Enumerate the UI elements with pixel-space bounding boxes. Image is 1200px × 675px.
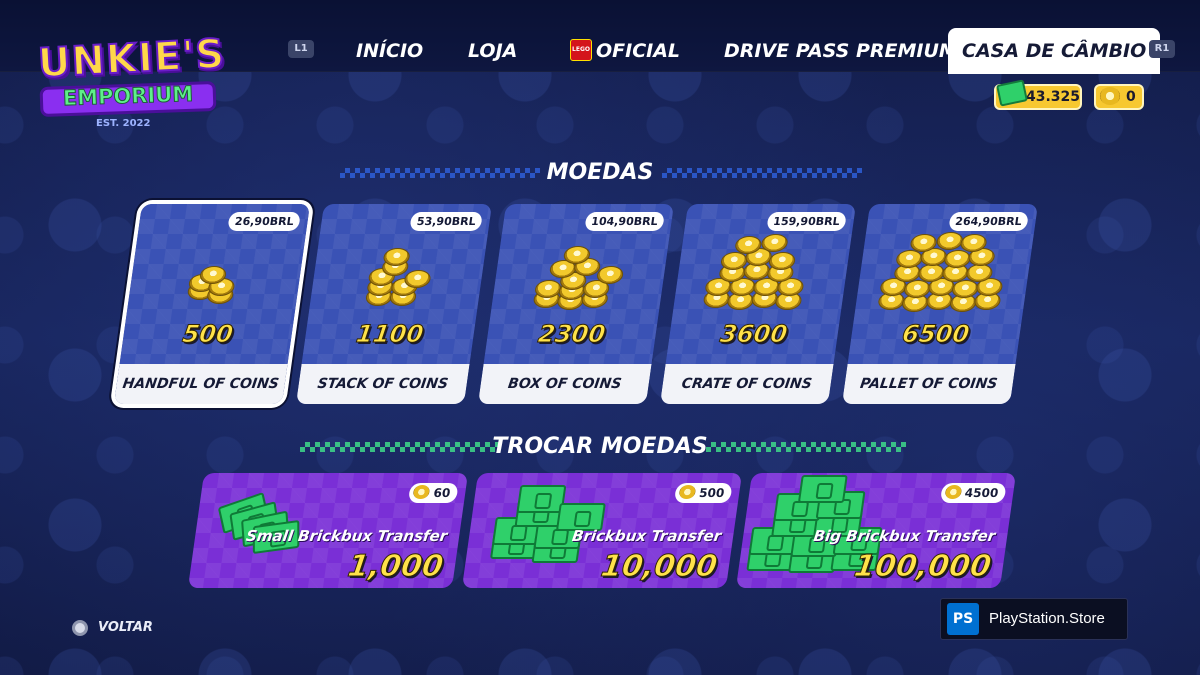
transfer-name: Small Brickbux Transfer [244,527,449,545]
checker-decoration-left [340,168,540,178]
playstation-store-label: PlayStation.Store [989,610,1105,627]
price-tag: 159,90BRL [765,212,847,231]
coin-pack-card[interactable]: 26,90BRL 500 HANDFUL OF COINS [113,204,311,404]
l1-button[interactable]: L1 [288,40,314,58]
transfer-name: Big Brickbux Transfer [812,527,997,545]
brickbux-transfer-card[interactable]: 4500 Big Brickbux Transfer 100,000 [735,473,1017,588]
brickbux-transfer-card[interactable]: 60 Small Brickbux Transfer 1,000 [187,473,469,588]
coin-icon [678,485,697,499]
coin-pack-name: BOX OF COINS [477,364,652,404]
section-title-trocar-moedas: TROCAR MOEDAS [492,434,708,459]
coin-pack-card[interactable]: 264,90BRL 6500 PALLET OF COINS [841,204,1039,404]
brickbux-transfer-card[interactable]: 500 Brickbux Transfer 10,000 [461,473,743,588]
card-art: 53,90BRL 1100 [301,204,493,364]
transfer-amount: 10,000 [598,549,720,585]
coin-cost-tag: 500 [673,483,733,503]
checker-decoration-right [662,168,862,178]
transfer-amount: 100,000 [851,549,994,585]
card-art: 26,90BRL 500 [119,204,311,364]
checker-decoration-right [706,442,906,452]
back-button[interactable]: VOLTAR [98,620,153,635]
section-title-moedas: MOEDAS [546,160,654,185]
tab-oficial-label: OFICIAL [596,40,681,62]
price-tag: 264,90BRL [947,212,1029,231]
coin-amount: 2300 [536,320,608,349]
playstation-store-icon: PS [947,603,979,635]
coin-pack-name: HANDFUL OF COINS [113,364,288,404]
coin-pack-name: CRATE OF COINS [659,364,834,404]
coin-icon [1100,87,1120,105]
coin-cost: 500 [698,486,726,500]
card-art: 104,90BRL 2300 [483,204,675,364]
card-body: 159,90BRL 3600 CRATE OF COINS [659,204,857,404]
checker-decoration-left [300,442,500,452]
coin-stack-icon [701,228,823,316]
brickbux-icon [996,79,1028,107]
coin-amount: 6500 [900,320,972,349]
card-body: 53,90BRL 1100 STACK OF COINS [295,204,493,404]
coin-cost: 4500 [963,486,1000,500]
coin-cost-tag: 4500 [939,483,1007,503]
coin-balance: 0 [1094,84,1144,110]
card-art: 264,90BRL 6500 [847,204,1039,364]
coin-stack-icon [358,244,438,314]
tab-loja[interactable]: LOJA [468,28,517,74]
card-body: 264,90BRL 6500 PALLET OF COINS [841,204,1039,404]
price-tag: 53,90BRL [409,212,483,231]
coin-stack-icon [876,226,1013,318]
price-tag: 104,90BRL [583,212,665,231]
tab-inicio[interactable]: INÍCIO [356,28,423,74]
card-body: 26,90BRL 500 HANDFUL OF COINS [113,204,311,404]
coin-value: 0 [1126,89,1136,105]
coin-icon [412,485,431,499]
coin-cost: 60 [432,486,452,500]
lego-logo-icon: LEGO [570,38,592,61]
brickbux-balance: 43.325 [994,79,1082,110]
coin-amount: 1100 [354,320,426,349]
price-tag: 26,90BRL [227,212,301,231]
transfer-amount: 1,000 [345,549,446,585]
card-body: 104,90BRL 2300 BOX OF COINS [477,204,675,404]
coin-pack-name: STACK OF COINS [295,364,470,404]
coin-pack-card[interactable]: 159,90BRL 3600 CRATE OF COINS [659,204,857,404]
coin-stack-icon [530,238,631,314]
playstation-store-button[interactable]: PS PlayStation.Store [940,598,1128,640]
tab-casa-de-cambio[interactable]: CASA DE CÂMBIO [948,28,1161,74]
tab-oficial[interactable]: LEGO OFICIAL [570,28,680,74]
brickbux-value: 43.325 [1026,89,1081,105]
coin-amount: 500 [180,320,235,349]
coin-pack-name: PALLET OF COINS [841,364,1016,404]
coin-pack-card[interactable]: 53,90BRL 1100 STACK OF COINS [295,204,493,404]
coin-cost-tag: 60 [408,483,459,503]
coin-pack-card[interactable]: 104,90BRL 2300 BOX OF COINS [477,204,675,404]
logo-est: EST. 2022 [96,118,151,129]
coin-icon [944,485,962,499]
coin-amount: 3600 [718,320,790,349]
circle-button-icon [72,620,88,636]
main-nav: L1 INÍCIO LOJA LEGO OFICIAL DRIVE PASS PR… [0,28,1200,74]
r1-button[interactable]: R1 [1149,40,1175,58]
tab-drive-pass-premium[interactable]: DRIVE PASS PREMIUM [724,28,958,74]
transfer-name: Brickbux Transfer [570,527,723,545]
card-art: 159,90BRL 3600 [665,204,857,364]
coin-stack-icon [181,262,248,312]
